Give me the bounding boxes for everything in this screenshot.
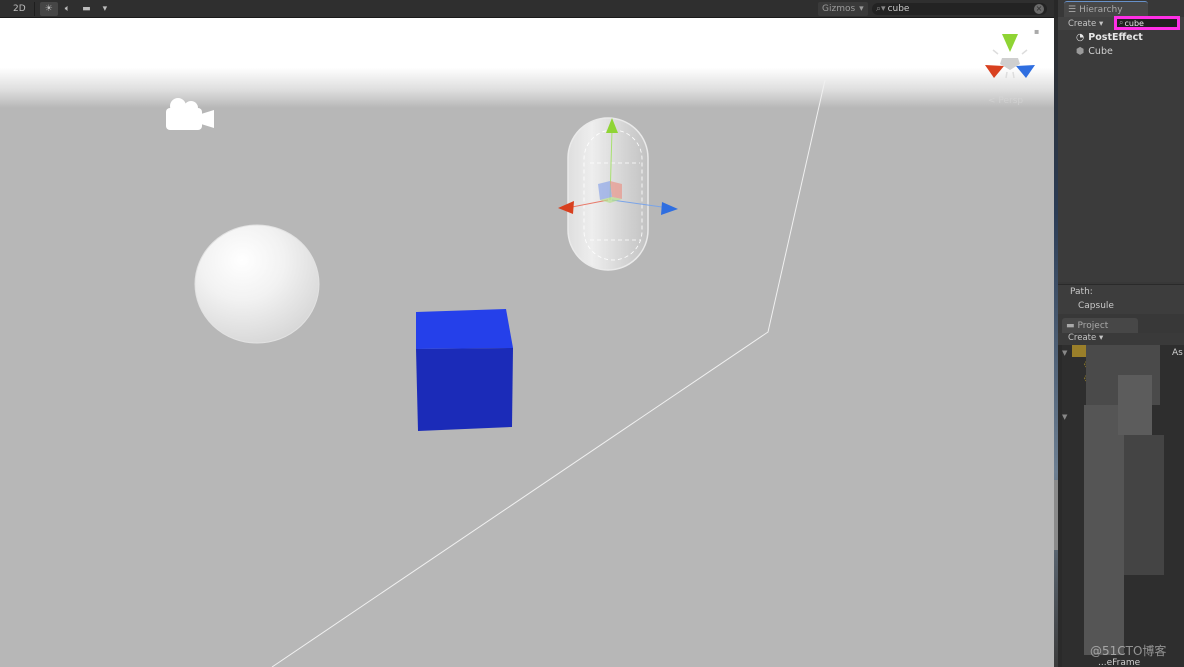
cube-icon: ⬢	[1076, 46, 1085, 57]
hierarchy-list[interactable]: ◔ PostEffect ⬢ Cube	[1058, 30, 1184, 282]
projection-label[interactable]: < Persp	[988, 96, 1023, 106]
effects-dropdown[interactable]: ▾	[98, 2, 113, 16]
lighting-toggle[interactable]: ☀	[39, 1, 58, 16]
watermark: @51CTO博客	[1090, 644, 1167, 658]
z-axis-handle	[661, 202, 678, 215]
blurred-region	[1084, 405, 1124, 655]
scene-toolbar: 2D ☀ 🔈︎ ▬ ▾ Gizmos ▾ ⌕▾ cube ×	[0, 0, 1054, 18]
project-splitter[interactable]	[1058, 345, 1062, 667]
blurred-region	[1118, 375, 1152, 435]
hierarchy-item-cube[interactable]: ⬢ Cube	[1076, 46, 1113, 57]
create-label: Create	[1068, 18, 1097, 29]
scene-orientation-gizmo[interactable]	[980, 30, 1040, 100]
camera-icon[interactable]	[166, 98, 214, 130]
hierarchy-create-button[interactable]: Create ▾	[1058, 19, 1103, 29]
tab-hierarchy[interactable]: ☰ Hierarchy	[1064, 1, 1148, 17]
path-label: Path:	[1070, 287, 1093, 297]
project-create-button[interactable]: Create ▾	[1058, 333, 1103, 343]
search-icon: ⌕	[1119, 18, 1124, 27]
hierarchy-tab-label: Hierarchy	[1079, 4, 1123, 15]
audio-toggle[interactable]: 🔈︎	[60, 2, 75, 16]
scene-canvas[interactable]	[0, 0, 1054, 667]
folder-icon	[1072, 345, 1086, 357]
folder-icon: ▬	[1066, 321, 1075, 331]
create-label: Create	[1068, 333, 1097, 343]
hierarchy-item-posteffect[interactable]: ◔ PostEffect	[1076, 32, 1143, 43]
chevron-down-icon: ▾	[859, 4, 864, 14]
unity-scene-icon: ◔	[1076, 32, 1085, 43]
project-tab-label: Project	[1077, 321, 1109, 331]
search-icon: ⌕▾	[876, 4, 886, 14]
project-browser[interactable]: ▼ ◌ ◌ ▼	[1058, 345, 1184, 667]
y-cone	[1002, 34, 1018, 52]
expand-arrow-icon[interactable]: ▼	[1062, 413, 1067, 421]
search-path-area: Path: Capsule	[1058, 284, 1184, 314]
sun-icon: ☀	[44, 3, 53, 14]
project-item-label[interactable]: ...eFrame	[1098, 658, 1140, 667]
scene-view[interactable]: 2D ☀ 🔈︎ ▬ ▾ Gizmos ▾ ⌕▾ cube × ▪ < Persp	[0, 0, 1054, 667]
unity-editor: 2D ☀ 🔈︎ ▬ ▾ Gizmos ▾ ⌕▾ cube × ▪ < Persp…	[0, 0, 1184, 667]
plane-outline	[271, 79, 826, 667]
lock-icon[interactable]: ▪	[1034, 27, 1042, 36]
project-toolbar: Create ▾	[1058, 333, 1184, 345]
hierarchy-search-input[interactable]: ⌕ cube	[1114, 16, 1180, 30]
right-dock: ☰ Hierarchy Create ▾ ⌕ cube ◔ PostEffect…	[1058, 0, 1184, 667]
list-icon: ☰	[1068, 4, 1077, 15]
sphere-object[interactable]	[194, 224, 320, 344]
z-cone	[1016, 65, 1035, 78]
speaker-icon: 🔈︎	[64, 3, 71, 14]
clear-icon[interactable]: ×	[1034, 4, 1044, 14]
scene-search-input[interactable]: ⌕▾ cube ×	[872, 3, 1047, 15]
divider	[33, 1, 35, 16]
expand-arrow-icon[interactable]: ▼	[1062, 349, 1067, 357]
path-value: Capsule	[1078, 301, 1114, 311]
scene-search-value: cube	[887, 4, 910, 14]
image-icon: ▬	[82, 3, 91, 14]
gizmos-dropdown[interactable]: Gizmos ▾	[818, 2, 868, 16]
2d-toggle[interactable]: 2D	[8, 2, 31, 16]
cube-object[interactable]	[416, 309, 513, 431]
tab-project[interactable]: ▬ Project	[1062, 318, 1138, 334]
x-axis-handle	[558, 201, 574, 214]
hierarchy-search-value: cube	[1124, 18, 1144, 28]
blurred-region	[1124, 435, 1164, 575]
hierarchy-item-label: Cube	[1088, 46, 1113, 57]
effects-toggle[interactable]: ▬	[77, 2, 96, 16]
gizmos-label: Gizmos	[822, 4, 856, 14]
hierarchy-item-label: PostEffect	[1088, 32, 1143, 43]
x-cone	[985, 65, 1004, 78]
assets-column-label: As	[1172, 348, 1183, 358]
